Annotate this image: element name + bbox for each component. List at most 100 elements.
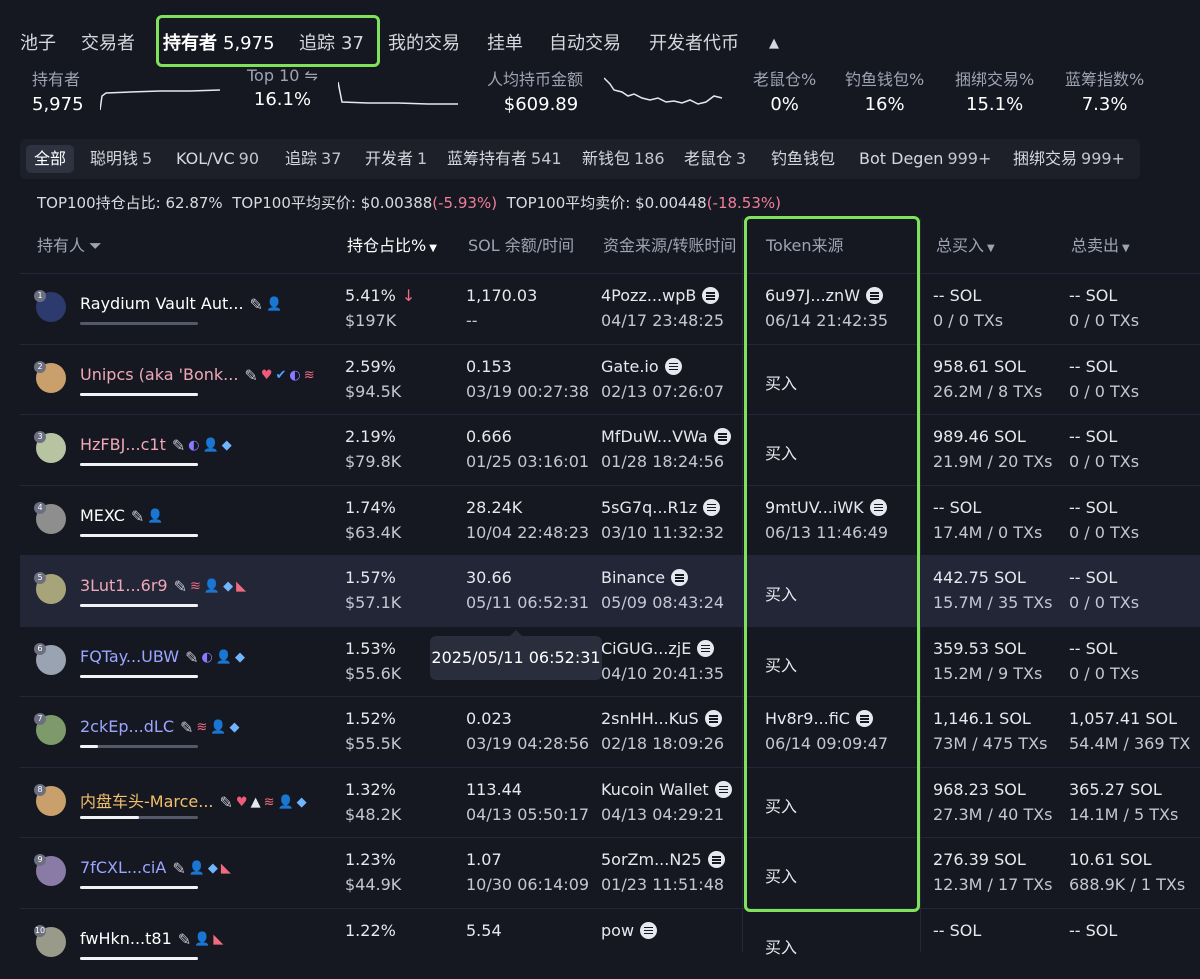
holder-name[interactable]: 2ckEp...dLC ✎ ≋ 👤 ◆ <box>80 717 240 737</box>
token-source[interactable]: 9mtUV...iWK <box>765 498 887 517</box>
filter-all[interactable]: 全部 <box>26 145 75 173</box>
document-icon[interactable] <box>866 287 884 304</box>
filter-developer[interactable]: 开发者 1 <box>365 145 427 173</box>
filter-smart-money[interactable]: 聪明钱 5 <box>90 145 152 173</box>
filter-rat[interactable]: 老鼠仓 3 <box>684 145 746 173</box>
sol-time[interactable]: -- <box>466 311 478 330</box>
filter-tracking[interactable]: 追踪 37 <box>285 145 341 173</box>
holder-name[interactable]: Raydium Vault Aut... ✎ 👤 <box>80 294 282 314</box>
token-source[interactable]: 买入 <box>765 581 797 605</box>
table-row[interactable]: 6 FQTay...UBW ✎ ◐ 👤 ◆ 1.53% $55.6K CiGUG...zjE 04… <box>20 625 1200 697</box>
edit-icon[interactable]: ✎ <box>180 718 193 737</box>
funding-source[interactable]: CiGUG...zjE <box>601 639 715 658</box>
holder-name[interactable]: 内盘车头-Marce... ✎ ♥ ▲ ≋ 👤 ◆ <box>80 788 307 812</box>
table-row[interactable]: 2 Unipcs (aka 'Bonk... ✎ ♥ ✔ ◐ ≋ 2.59% $94.5K 0.1… <box>20 343 1200 415</box>
filter-kol-vc[interactable]: KOL/VC 90 <box>176 145 259 173</box>
tab-tracking[interactable]: 追踪 37 <box>299 28 364 60</box>
table-row[interactable]: 8 内盘车头-Marce... ✎ ♥ ▲ ≋ 👤 ◆ 1.32% $48.2K 113.44 04/… <box>20 766 1200 838</box>
funding-source[interactable]: pow <box>601 921 658 940</box>
tab-auto-trade[interactable]: 自动交易 <box>549 28 621 60</box>
edit-icon[interactable]: ✎ <box>250 295 263 314</box>
holder-name[interactable]: MEXC ✎ 👤 <box>80 506 163 526</box>
edit-icon[interactable]: ✎ <box>174 577 187 596</box>
sol-time[interactable]: 03/19 04:28:56 <box>466 734 589 753</box>
edit-icon[interactable]: ✎ <box>172 436 185 455</box>
document-icon[interactable] <box>697 639 715 657</box>
filter-bundle[interactable]: 捆绑交易 999+ <box>1013 145 1125 173</box>
filter-icon[interactable]: ⏷ <box>89 236 102 255</box>
header-share[interactable]: 持仓占比% ▼ <box>347 232 437 256</box>
document-icon[interactable] <box>703 498 721 516</box>
rank-badge: 6 <box>34 642 46 655</box>
holder-name-text: MEXC <box>80 505 125 525</box>
tab-holders[interactable]: 持有者 5,975 <box>163 28 275 60</box>
token-source[interactable]: 6u97J...znW <box>765 286 884 305</box>
sol-time[interactable]: 10/04 22:48:23 <box>466 523 589 542</box>
holder-name[interactable]: 3Lut1...6r9 ✎ ≋ 👤 ◆ ◣ <box>80 576 246 596</box>
token-source[interactable]: 买入 <box>765 863 797 887</box>
edit-icon[interactable]: ✎ <box>172 859 185 878</box>
document-icon[interactable] <box>702 287 720 304</box>
collapse-up-icon[interactable]: ▲ <box>769 28 779 60</box>
table-row[interactable]: 9 7fCXL...ciA ✎ 👤 ◆ ◣ 1.23% $44.9K 1.07 10/30 06:… <box>20 837 1200 908</box>
document-icon[interactable] <box>869 498 887 516</box>
header-total-sell[interactable]: 总卖出 ▼ <box>1071 232 1130 256</box>
table-row[interactable]: 3 HzFBJ...c1t ✎ ◐ 👤 ◆ 2.19% $79.8K 0.666 01/25 03… <box>20 414 1200 485</box>
tab-pools[interactable]: 池子 <box>20 28 56 60</box>
filter-bluechip[interactable]: 蓝筹持有者 541 <box>447 145 562 173</box>
tab-my-trades[interactable]: 我的交易 <box>388 28 460 60</box>
token-source[interactable]: 买入 <box>765 934 797 958</box>
funding-source[interactable]: Gate.io <box>601 357 682 376</box>
token-source[interactable]: 买入 <box>765 370 797 394</box>
tab-traders[interactable]: 交易者 <box>81 28 135 60</box>
document-icon[interactable] <box>704 710 722 727</box>
document-icon[interactable] <box>713 428 731 445</box>
sol-balance: 0.153 <box>466 356 512 376</box>
token-source[interactable]: 买入 <box>765 793 797 817</box>
tab-dev-tokens[interactable]: 开发者代币 <box>649 28 739 60</box>
holder-name[interactable]: fwHkn...t81 ✎ 👤 ◣ <box>80 929 223 949</box>
document-icon[interactable] <box>707 851 725 868</box>
filter-new-wallet[interactable]: 新钱包 186 <box>582 145 665 173</box>
sol-time[interactable]: 05/11 06:52:31 <box>466 593 589 612</box>
table-row[interactable]: 4 MEXC ✎ 👤 1.74% $63.4K 28.24K 10/04 22:48:23 5s… <box>20 484 1200 556</box>
funding-source[interactable]: 4Pozz...wpB <box>601 286 720 305</box>
document-icon[interactable] <box>671 569 689 586</box>
filter-phish[interactable]: 钓鱼钱包 <box>771 145 835 173</box>
header-total-buy[interactable]: 总买入 ▼ <box>936 232 995 256</box>
table-row[interactable]: 1 Raydium Vault Aut... ✎ 👤 5.41% ↓ $197K 1,170.… <box>20 273 1200 344</box>
holder-name[interactable]: FQTay...UBW ✎ ◐ 👤 ◆ <box>80 647 245 667</box>
funding-source[interactable]: 2snHH...KuS <box>601 709 722 728</box>
sol-time[interactable]: 03/19 00:27:38 <box>466 382 589 401</box>
sol-time[interactable]: 04/13 05:50:17 <box>466 805 589 824</box>
document-icon[interactable] <box>714 780 732 798</box>
funding-source[interactable]: Kucoin Wallet <box>601 780 732 799</box>
sol-time[interactable]: 01/25 03:16:01 <box>466 452 589 471</box>
header-holder[interactable]: 持有人 ⏷ <box>37 232 102 256</box>
funding-source[interactable]: MfDuW...VWa <box>601 427 731 446</box>
edit-icon[interactable]: ✎ <box>131 507 144 526</box>
table-row[interactable]: 7 2ckEp...dLC ✎ ≋ 👤 ◆ 1.52% $55.5K 0.023 03/19 04… <box>20 696 1200 767</box>
table-row[interactable]: 5 3Lut1...6r9 ✎ ≋ 👤 ◆ ◣ 1.57% $57.1K 30.66 05/11 0… <box>20 555 1200 626</box>
token-source[interactable]: 买入 <box>765 652 797 676</box>
document-icon[interactable] <box>664 357 682 375</box>
document-icon[interactable] <box>640 921 658 939</box>
funding-source[interactable]: 5orZm...N25 <box>601 850 725 869</box>
holder-name[interactable]: HzFBJ...c1t ✎ ◐ 👤 ◆ <box>80 435 232 455</box>
token-source[interactable]: 买入 <box>765 440 797 464</box>
tab-orders[interactable]: 挂单 <box>487 28 523 60</box>
funding-source[interactable]: 5sG7q...R1z <box>601 498 721 517</box>
funding-source[interactable]: Binance <box>601 568 689 587</box>
holder-name[interactable]: Unipcs (aka 'Bonk... ✎ ♥ ✔ ◐ ≋ <box>80 365 315 385</box>
edit-icon[interactable]: ✎ <box>220 793 233 812</box>
edit-icon[interactable]: ✎ <box>244 366 257 385</box>
stat-rat: 老鼠仓% 0% <box>753 66 816 115</box>
holder-name[interactable]: 7fCXL...ciA ✎ 👤 ◆ ◣ <box>80 858 231 878</box>
edit-icon[interactable]: ✎ <box>178 930 191 949</box>
document-icon[interactable] <box>855 710 873 727</box>
edit-icon[interactable]: ✎ <box>185 648 198 667</box>
sol-time[interactable]: 10/30 06:14:09 <box>466 875 589 894</box>
filter-bot-degen[interactable]: Bot Degen 999+ <box>859 145 991 173</box>
table-row[interactable]: 10 fwHkn...t81 ✎ 👤 ◣ 1.22% 5.54 pow 买入 -- SOL -- S… <box>20 907 1200 979</box>
token-source[interactable]: Hv8r9...fiC <box>765 709 873 728</box>
